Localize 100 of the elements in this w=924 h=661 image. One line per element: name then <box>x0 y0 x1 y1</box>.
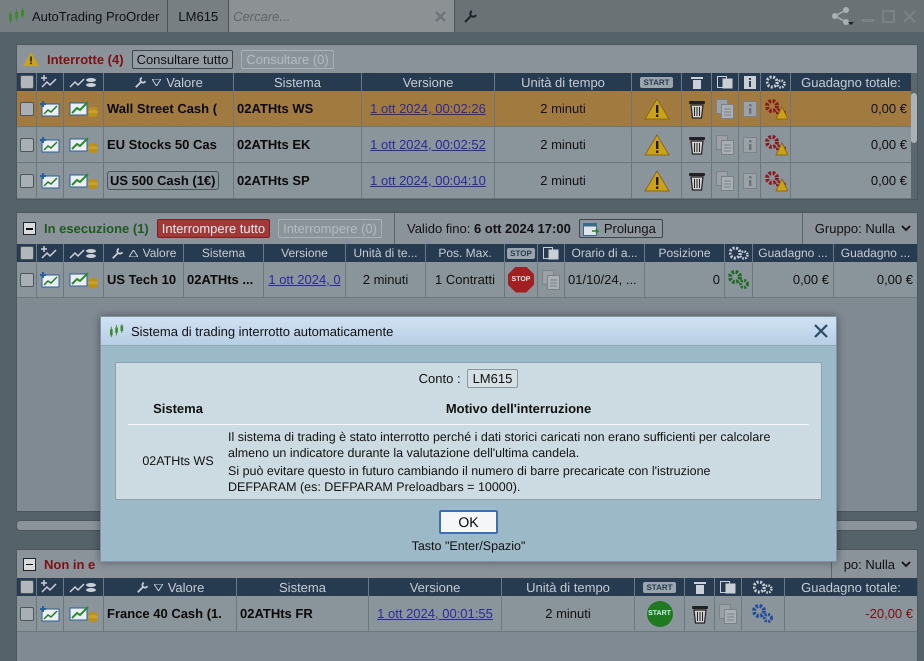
table-cell: 2 minuti <box>545 606 591 621</box>
version-link[interactable]: 1 ott 2024, 00:04:10 <box>370 173 486 188</box>
column-header[interactable]: Sistema <box>279 580 326 594</box>
chart-coins-icon[interactable] <box>68 270 100 288</box>
table-row[interactable]: EU Stocks 50 Cas 02ATHts EK 1 ott 2024, 00:02:52 2 minuti 0,00 € <box>17 127 911 163</box>
candles-icon <box>109 324 125 338</box>
section-button[interactable]: Consultare tutto <box>132 50 234 68</box>
trash-icon[interactable] <box>688 98 706 118</box>
column-badge: START <box>640 76 673 88</box>
column-header[interactable]: Sistema <box>202 246 246 260</box>
share-icon[interactable] <box>830 6 854 26</box>
trash-icon <box>694 580 706 594</box>
table-cell: 0,00 € <box>870 101 907 116</box>
row-checkbox[interactable] <box>20 102 34 116</box>
app-tab[interactable]: AutoTrading ProOrder <box>0 0 168 32</box>
gears-icon[interactable] <box>764 98 788 120</box>
column-header[interactable]: Posizione <box>658 246 711 260</box>
table-cell: 0,00 € <box>792 272 829 287</box>
reason-text: Il sistema di trading è stato interrotto perché i dati storici caricati non erano sufficienti per calcolare almeno un indicatore durante la valutazione dell'ultima candela. <box>228 429 772 461</box>
scrollbar[interactable] <box>911 73 917 199</box>
column-badge: START <box>643 582 676 592</box>
wrench-icon[interactable] <box>136 580 150 594</box>
column-header: Motivo dell'interruzione <box>444 401 592 416</box>
section-button[interactable]: Interrompere tutto <box>156 219 270 238</box>
table-row[interactable]: US 500 Cash (1€) 02ATHts SP 1 ott 2024, 00:04:10 2 minuti 0,00 € <box>17 163 911 199</box>
warning-icon[interactable] <box>644 170 670 192</box>
column-header[interactable]: Valore <box>154 580 204 594</box>
add-chart-icon[interactable] <box>41 75 59 89</box>
close-icon[interactable] <box>814 324 828 338</box>
add-chart-icon[interactable] <box>41 246 59 260</box>
table-cell: EU Stocks 50 Cas <box>107 137 217 152</box>
column-header[interactable]: Sistema <box>274 74 321 90</box>
table-cell: 0,00 € <box>876 272 913 287</box>
chart-coins-icon[interactable] <box>68 604 100 622</box>
section-title: Non in e <box>44 556 96 572</box>
copy-icon <box>717 76 733 88</box>
version-link[interactable]: 1 ott 2024, 00:02:52 <box>370 137 486 152</box>
row-checkbox[interactable] <box>20 606 34 620</box>
row-checkbox[interactable] <box>20 174 34 188</box>
table-cell: Wall Street Cash ( <box>107 101 218 116</box>
column-header[interactable]: Guadagno ... <box>758 246 828 260</box>
select-all-checkbox[interactable] <box>20 580 34 594</box>
chart-coins-icon[interactable] <box>68 580 98 594</box>
ok-button[interactable]: OK <box>439 510 498 534</box>
column-header[interactable]: Pos. Max. <box>438 246 492 260</box>
column-header[interactable]: Guadagno totale: <box>801 580 901 594</box>
version-link[interactable]: 1 ott 2024, 00:01:55 <box>377 606 493 621</box>
column-header[interactable]: Unità di tempo <box>526 580 610 594</box>
add-chart-icon[interactable] <box>40 606 60 622</box>
column-badge: STOP <box>507 248 535 258</box>
copy-icon <box>720 580 736 594</box>
column-header[interactable]: Valore <box>128 246 176 260</box>
trash-icon[interactable] <box>690 604 708 624</box>
chart-coins-icon[interactable] <box>68 172 100 190</box>
add-chart-icon[interactable] <box>40 272 60 288</box>
column-header[interactable]: Guadagno ... <box>840 246 910 260</box>
table-cell: France 40 Cash (1. <box>107 606 222 621</box>
trash-icon[interactable] <box>688 134 706 154</box>
chart-coins-icon[interactable] <box>68 246 98 260</box>
chart-coins-icon[interactable] <box>68 100 100 118</box>
chevron-icon <box>901 560 911 568</box>
account-label: Conto : <box>418 371 461 386</box>
table-cell: 02ATHts FR <box>240 606 313 621</box>
warning-icon[interactable] <box>644 98 670 120</box>
column-header[interactable]: Unità di te... <box>353 246 418 260</box>
row-checkbox[interactable] <box>20 272 34 286</box>
version-link[interactable]: 1 ott 2024, 0 <box>268 272 341 287</box>
gears-icon[interactable] <box>764 170 788 192</box>
table-cell: 02ATHts SP <box>237 173 310 188</box>
section-title: In esecuzione (1) <box>44 221 149 236</box>
add-chart-icon[interactable] <box>41 580 59 594</box>
wrench-icon[interactable] <box>463 8 480 24</box>
column-header[interactable]: Orario di a... <box>571 246 638 260</box>
chart-coins-icon[interactable] <box>68 75 98 89</box>
table-cell: 2 minuti <box>540 137 586 152</box>
gears-icon[interactable] <box>751 602 775 624</box>
column-header[interactable]: Guadagno totale: <box>801 74 901 90</box>
collapse-toggle[interactable] <box>23 222 36 235</box>
select-all-checkbox[interactable] <box>20 75 34 89</box>
chart-coins-icon[interactable] <box>68 136 100 154</box>
row-checkbox[interactable] <box>20 138 34 152</box>
trash-icon[interactable] <box>688 170 706 190</box>
extend-button[interactable]: Prolunga <box>578 219 663 238</box>
column-header[interactable]: Unità di tempo <box>521 74 605 90</box>
table-cell: 0,00 € <box>870 173 907 188</box>
gears-icon[interactable] <box>764 134 788 156</box>
add-chart-icon[interactable] <box>40 172 60 188</box>
account-tab[interactable]: LM615 <box>168 0 230 32</box>
table-row[interactable]: Wall Street Cash ( 02ATHts WS 1 ott 2024, 00:02:26 2 minuti 0,00 € <box>17 91 911 127</box>
add-chart-icon[interactable] <box>40 100 60 116</box>
warning-icon[interactable] <box>644 134 670 156</box>
column-header[interactable]: Versione <box>281 246 328 260</box>
collapse-toggle[interactable] <box>23 558 36 570</box>
column-header[interactable]: Versione <box>410 580 460 594</box>
column-header[interactable]: Valore <box>152 74 203 90</box>
wrench-icon[interactable] <box>110 246 125 260</box>
select-all-checkbox[interactable] <box>20 246 34 260</box>
add-chart-icon[interactable] <box>40 136 60 152</box>
wrench-icon[interactable] <box>134 75 148 89</box>
column-header[interactable]: Versione <box>402 74 454 90</box>
